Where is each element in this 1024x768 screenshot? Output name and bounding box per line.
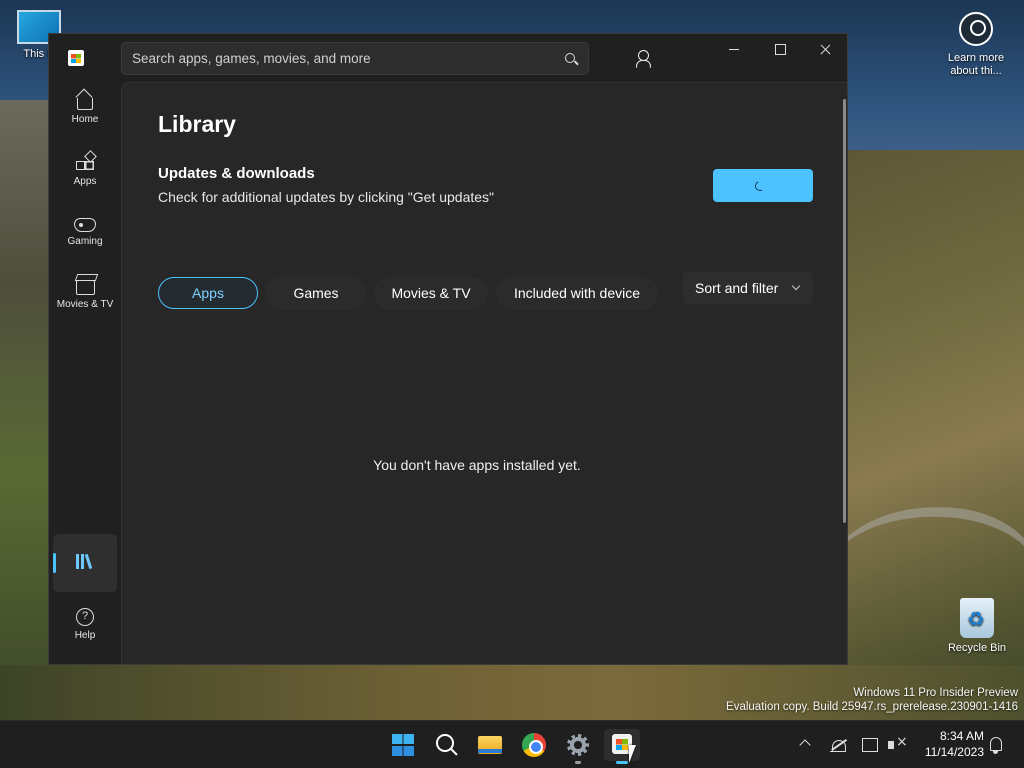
desktop-icon-learn-more[interactable]: Learn more about thi... xyxy=(942,12,1010,78)
sidebar-item-label: Apps xyxy=(73,176,97,187)
taskbar: 8:34 AM 11/14/2023 xyxy=(0,720,1024,768)
sidebar-item-label: Movies & TV xyxy=(56,299,114,310)
sort-label: Sort and filter xyxy=(695,280,779,296)
search-placeholder: Search apps, games, movies, and more xyxy=(132,51,371,66)
sidebar-item-movies[interactable]: Movies & TV xyxy=(53,268,117,326)
sidebar-item-label: Help xyxy=(74,630,96,641)
help-icon: ? xyxy=(76,608,94,626)
search-input[interactable]: Search apps, games, movies, and more xyxy=(121,42,589,75)
watermark-line-2: Evaluation copy. Build 25947.rs_prerelea… xyxy=(726,701,1018,713)
sidebar: Home Apps Gaming Movies & TV ? Help xyxy=(49,82,121,664)
start-button-windows-icon[interactable] xyxy=(384,729,420,761)
volume-muted-icon[interactable] xyxy=(888,734,908,752)
desktop-background-left xyxy=(0,100,52,720)
active-indicator xyxy=(616,761,628,764)
mouse-cursor-icon xyxy=(629,745,636,763)
loading-spinner-icon xyxy=(753,179,767,193)
empty-state-message: You don't have apps installed yet. xyxy=(373,457,581,473)
account-icon[interactable] xyxy=(628,46,658,72)
recycle-bin-icon xyxy=(960,598,994,638)
taskbar-search-icon[interactable] xyxy=(428,729,464,761)
clock-time: 8:34 AM xyxy=(939,729,984,743)
desktop-icon-label: Learn more about thi... xyxy=(947,52,1005,77)
sidebar-item-gaming[interactable]: Gaming xyxy=(53,206,117,264)
library-icon xyxy=(76,554,94,570)
watermark-line-1: Windows 11 Pro Insider Preview xyxy=(853,687,1018,699)
display-icon[interactable] xyxy=(862,738,878,752)
network-disconnected-icon[interactable] xyxy=(830,738,846,752)
gaming-icon xyxy=(74,218,96,232)
store-logo-icon xyxy=(68,50,84,66)
home-icon xyxy=(77,98,93,110)
updates-description: Check for additional updates by clicking… xyxy=(158,189,495,205)
movies-icon xyxy=(75,280,95,295)
filter-games[interactable]: Games xyxy=(266,277,366,309)
search-icon[interactable] xyxy=(565,53,575,63)
notification-bell-icon[interactable] xyxy=(990,737,1002,754)
show-hidden-icons-chevron-icon[interactable] xyxy=(799,739,811,751)
chrome-icon[interactable] xyxy=(516,729,552,761)
filter-movies-tv[interactable]: Movies & TV xyxy=(374,277,488,309)
sort-and-filter-dropdown[interactable]: Sort and filter xyxy=(683,272,813,304)
sidebar-item-home[interactable]: Home xyxy=(53,82,117,140)
sidebar-item-help[interactable]: ? Help xyxy=(53,600,117,658)
settings-gear-icon[interactable] xyxy=(560,729,596,764)
learn-more-icon xyxy=(959,12,993,46)
filter-apps[interactable]: Apps xyxy=(158,277,258,309)
library-page: Library Updates & downloads Check for ad… xyxy=(121,82,847,664)
apps-icon xyxy=(75,152,95,172)
windows-watermark: Windows 11 Pro Insider Preview Evaluatio… xyxy=(726,686,1018,714)
desktop-icon-recycle-bin[interactable]: Recycle Bin xyxy=(942,598,1012,654)
sidebar-item-apps[interactable]: Apps xyxy=(53,144,117,202)
sidebar-item-label: Gaming xyxy=(67,236,103,247)
filter-included-with-device[interactable]: Included with device xyxy=(496,277,658,309)
clock[interactable]: 8:34 AM 11/14/2023 xyxy=(912,728,984,760)
maximize-button[interactable] xyxy=(757,34,803,66)
clock-date: 11/14/2023 xyxy=(924,745,984,759)
running-indicator xyxy=(575,761,581,764)
page-title: Library xyxy=(158,111,236,137)
desktop-icon-label: Recycle Bin xyxy=(947,642,1007,654)
get-updates-button[interactable] xyxy=(713,169,813,202)
sidebar-item-library[interactable] xyxy=(53,534,117,592)
selection-indicator xyxy=(53,553,56,573)
file-explorer-icon[interactable] xyxy=(472,729,508,761)
updates-heading: Updates & downloads xyxy=(158,165,315,182)
chevron-down-icon xyxy=(791,281,801,291)
minimize-button[interactable] xyxy=(711,34,757,66)
title-bar[interactable]: Search apps, games, movies, and more xyxy=(49,34,847,82)
close-button[interactable] xyxy=(803,34,847,66)
sidebar-item-label: Home xyxy=(71,114,99,125)
store-window: Search apps, games, movies, and more Hom… xyxy=(48,33,848,665)
